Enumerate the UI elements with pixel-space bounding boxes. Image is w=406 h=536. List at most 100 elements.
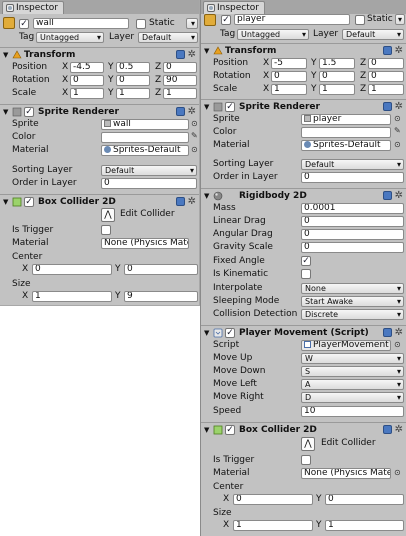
center-y-field[interactable]: 0 — [124, 264, 198, 275]
angular-drag-field[interactable]: 0 — [301, 229, 404, 240]
scale-z-field[interactable]: 1 — [368, 84, 404, 95]
rotation-y-field[interactable]: 0 — [319, 71, 355, 82]
is-kinematic-checkbox[interactable] — [301, 269, 311, 279]
static-dropdown[interactable] — [395, 14, 405, 25]
gear-icon[interactable]: ✲ — [188, 197, 196, 207]
center-y-field[interactable]: 0 — [325, 494, 404, 505]
gear-icon[interactable]: ✲ — [188, 50, 196, 60]
box-collider-enabled-checkbox[interactable]: ✓ — [24, 197, 34, 207]
collider-material-field[interactable]: None (Physics Mater — [101, 238, 189, 249]
foldout-arrow-icon[interactable]: ▼ — [204, 103, 209, 111]
move-up-dropdown[interactable]: W — [301, 353, 404, 364]
gravity-scale-field[interactable]: 0 — [301, 242, 404, 253]
rotation-y-field[interactable]: 0 — [116, 75, 150, 86]
edit-collider-button[interactable]: ⋀ — [301, 437, 315, 451]
scale-y-field[interactable]: 1 — [319, 84, 355, 95]
sprite-renderer-header[interactable]: ▼ ✓ Sprite Renderer ✲ — [201, 99, 406, 113]
eyedropper-icon[interactable]: ✎ — [394, 126, 401, 135]
size-y-field[interactable]: 1 — [325, 520, 404, 531]
help-book-icon[interactable] — [382, 46, 392, 55]
sprite-renderer-enabled-checkbox[interactable]: ✓ — [225, 102, 235, 112]
gear-icon[interactable]: ✲ — [395, 102, 403, 112]
position-x-field[interactable]: -5 — [271, 58, 307, 69]
tab-inspector[interactable]: Inspector — [2, 1, 64, 14]
center-x-field[interactable]: 0 — [233, 494, 313, 505]
fixed-angle-checkbox[interactable]: ✓ — [301, 256, 311, 266]
gear-icon[interactable]: ✲ — [395, 191, 403, 201]
scale-y-field[interactable]: 1 — [116, 88, 150, 99]
material-field[interactable]: Sprites-Default — [301, 140, 391, 151]
rotation-x-field[interactable]: 0 — [70, 75, 104, 86]
sprite-renderer-enabled-checkbox[interactable]: ✓ — [24, 107, 34, 117]
script-field[interactable]: PlayerMovement — [301, 340, 391, 351]
transform-header[interactable]: ▼ Transform ✲ — [0, 47, 199, 61]
scale-z-field[interactable]: 1 — [163, 88, 197, 99]
object-picker-icon[interactable]: ⊙ — [394, 340, 401, 349]
active-checkbox[interactable]: ✓ — [221, 15, 231, 25]
active-checkbox[interactable]: ✓ — [19, 19, 29, 29]
gear-icon[interactable]: ✲ — [188, 107, 196, 117]
color-swatch[interactable] — [301, 127, 391, 138]
sleeping-mode-dropdown[interactable]: Start Awake — [301, 296, 404, 307]
mass-field[interactable]: 0.0001 — [301, 203, 404, 214]
foldout-arrow-icon[interactable]: ▼ — [204, 329, 209, 337]
foldout-arrow-icon[interactable]: ▼ — [204, 192, 209, 200]
center-x-field[interactable]: 0 — [32, 264, 112, 275]
move-down-dropdown[interactable]: S — [301, 366, 404, 377]
foldout-arrow-icon[interactable]: ▼ — [204, 426, 209, 434]
size-x-field[interactable]: 1 — [32, 291, 112, 302]
color-swatch[interactable] — [101, 132, 189, 143]
size-x-field[interactable]: 1 — [233, 520, 313, 531]
tag-dropdown[interactable]: Untagged — [237, 29, 309, 40]
static-checkbox[interactable] — [136, 19, 146, 29]
static-dropdown[interactable] — [186, 18, 198, 29]
layer-dropdown[interactable]: Default — [342, 29, 404, 40]
position-x-field[interactable]: -4.5 — [70, 62, 104, 73]
size-y-field[interactable]: 9 — [124, 291, 198, 302]
rotation-z-field[interactable]: 0 — [368, 71, 404, 82]
foldout-arrow-icon[interactable]: ▼ — [3, 108, 8, 116]
position-y-field[interactable]: 1.5 — [319, 58, 355, 69]
box-collider-header[interactable]: ▼ ✓ Box Collider 2D ✲ — [201, 422, 406, 436]
static-checkbox[interactable] — [355, 15, 365, 25]
help-book-icon[interactable] — [175, 197, 185, 206]
move-left-dropdown[interactable]: A — [301, 379, 404, 390]
object-name-field[interactable]: player — [234, 14, 350, 25]
object-picker-icon[interactable]: ⊙ — [191, 119, 198, 128]
linear-drag-field[interactable]: 0 — [301, 216, 404, 227]
sorting-layer-dropdown[interactable]: Default — [301, 159, 404, 170]
help-book-icon[interactable] — [175, 50, 185, 59]
is-trigger-checkbox[interactable] — [301, 455, 311, 465]
help-book-icon[interactable] — [175, 107, 185, 116]
edit-collider-button[interactable]: ⋀ — [101, 208, 115, 222]
scale-x-field[interactable]: 1 — [70, 88, 104, 99]
box-collider-enabled-checkbox[interactable]: ✓ — [225, 425, 235, 435]
help-book-icon[interactable] — [382, 425, 392, 434]
foldout-arrow-icon[interactable]: ▼ — [204, 47, 209, 55]
position-z-field[interactable]: 0 — [163, 62, 197, 73]
collider-material-field[interactable]: None (Physics Mater — [301, 468, 391, 479]
object-picker-icon[interactable]: ⊙ — [394, 468, 401, 477]
rotation-z-field[interactable]: 90 — [163, 75, 197, 86]
sorting-layer-dropdown[interactable]: Default — [101, 165, 197, 176]
speed-field[interactable]: 10 — [301, 406, 404, 417]
tag-dropdown[interactable]: Untagged — [36, 32, 104, 43]
collision-detection-dropdown[interactable]: Discrete — [301, 309, 404, 320]
is-trigger-checkbox[interactable] — [101, 225, 111, 235]
gear-icon[interactable]: ✲ — [395, 46, 403, 56]
box-collider-header[interactable]: ▼ ✓ Box Collider 2D ✲ — [0, 194, 199, 208]
scale-x-field[interactable]: 1 — [271, 84, 307, 95]
position-z-field[interactable]: 0 — [368, 58, 404, 69]
help-book-icon[interactable] — [382, 191, 392, 200]
object-picker-icon[interactable]: ⊙ — [191, 145, 198, 154]
rigidbody-2d-header[interactable]: ▼ Rigidbody 2D ✲ — [201, 188, 406, 202]
foldout-arrow-icon[interactable]: ▼ — [3, 198, 8, 206]
eyedropper-icon[interactable]: ✎ — [191, 131, 198, 140]
move-right-dropdown[interactable]: D — [301, 392, 404, 403]
tab-inspector[interactable]: Inspector — [203, 1, 265, 14]
player-movement-header[interactable]: ▼ ✓ Player Movement (Script) ✲ — [201, 325, 406, 339]
help-book-icon[interactable] — [382, 102, 392, 111]
sprite-renderer-header[interactable]: ▼ ✓ Sprite Renderer ✲ — [0, 104, 199, 118]
help-book-icon[interactable] — [382, 328, 392, 337]
object-picker-icon[interactable]: ⊙ — [394, 140, 401, 149]
